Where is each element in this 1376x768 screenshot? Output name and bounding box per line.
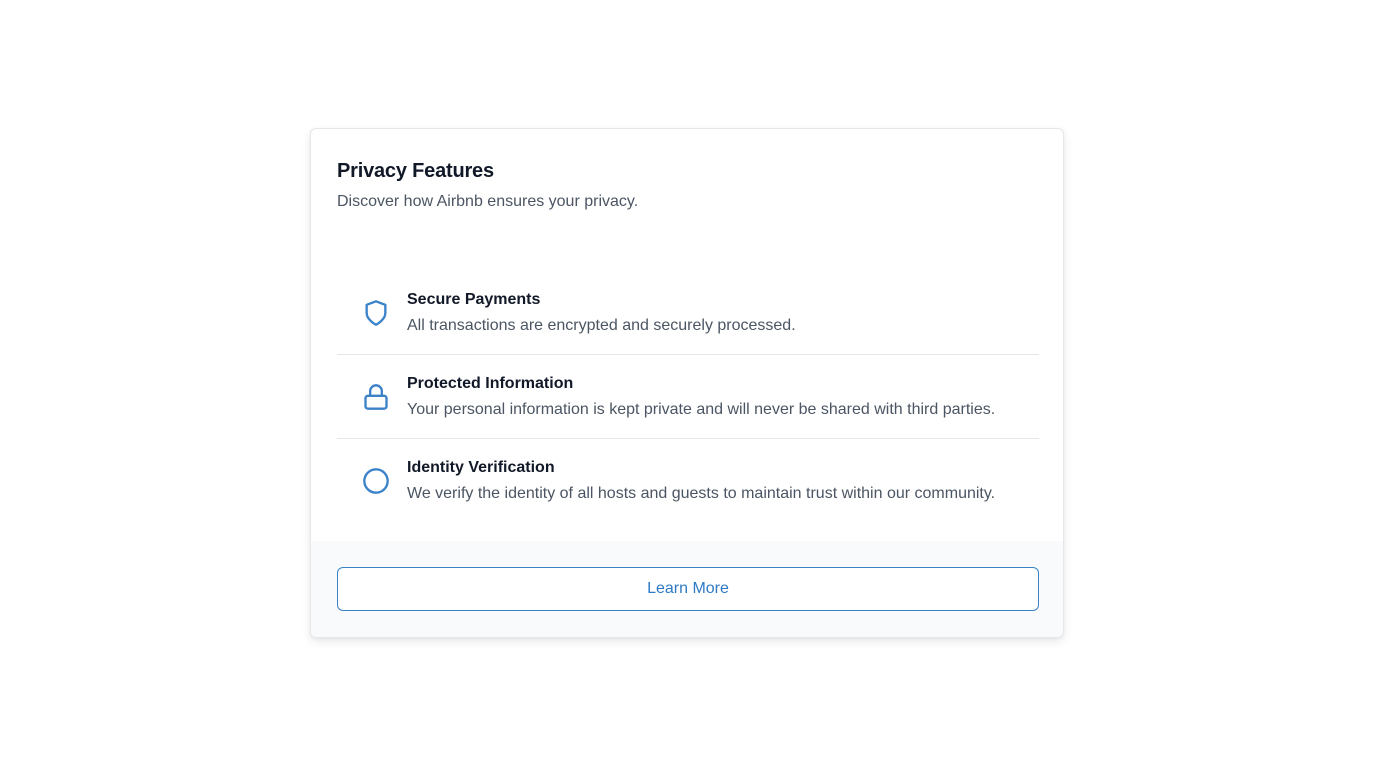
feature-item-identity-verification: Identity Verification We verify the iden… (337, 439, 1039, 523)
feature-title: Secure Payments (407, 290, 541, 308)
feature-item-secure-payments: Secure Payments All transactions are enc… (337, 271, 1039, 355)
circle-icon (362, 467, 390, 495)
learn-more-button[interactable]: Learn More (337, 567, 1039, 611)
feature-description: We verify the identity of all hosts and … (407, 485, 996, 502)
feature-title: Protected Information (407, 374, 574, 392)
feature-text: Identity Verification We verify the iden… (407, 458, 995, 504)
feature-description: All transactions are encrypted and secur… (407, 316, 796, 334)
feature-text: Secure Payments All transactions are enc… (407, 290, 796, 336)
lock-icon (362, 383, 390, 411)
feature-list: Secure Payments All transactions are enc… (337, 271, 1039, 523)
card-title: Privacy Features (337, 160, 494, 182)
card-footer: Learn More (311, 541, 1063, 637)
card-subtitle: Discover how Airbnb ensures your privacy… (337, 193, 639, 210)
feature-title: Identity Verification (407, 459, 555, 476)
feature-item-protected-information: Protected Information Your personal info… (337, 355, 1039, 439)
card-header: Privacy Features Discover how Airbnb ens… (311, 129, 1063, 212)
privacy-features-card: Privacy Features Discover how Airbnb ens… (310, 128, 1064, 638)
feature-text: Protected Information Your personal info… (407, 374, 995, 420)
feature-description: Your personal information is kept privat… (407, 400, 996, 418)
shield-icon (362, 299, 390, 327)
